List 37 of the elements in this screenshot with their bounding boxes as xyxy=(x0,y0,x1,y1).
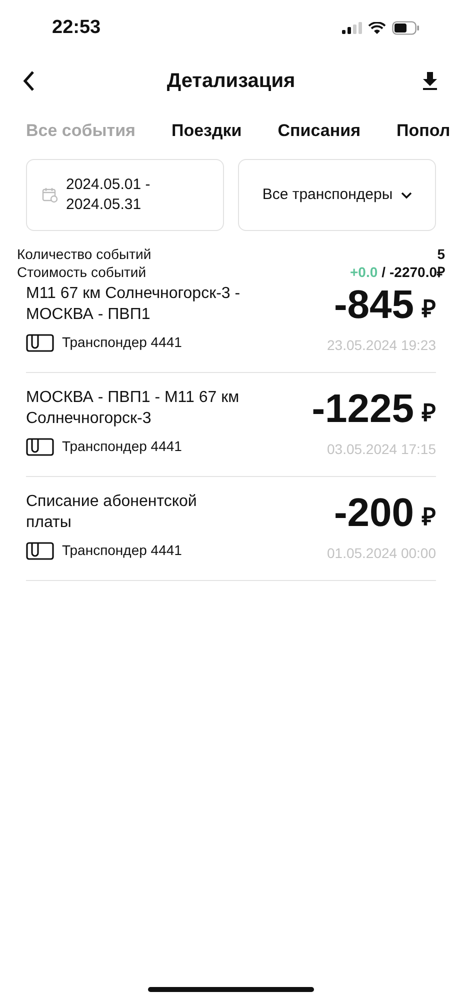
filter-tab[interactable]: Списания xyxy=(278,118,360,144)
event-count: 5 xyxy=(437,245,445,263)
transponder-icon xyxy=(26,542,54,560)
transponder-icon xyxy=(26,334,54,352)
total-separator: / xyxy=(382,263,386,281)
calendar-icon xyxy=(42,187,58,203)
transponder-icon xyxy=(26,438,54,456)
route-title: М11 67 км Солнечногорск-3 - МОСКВА - ПВП1 xyxy=(26,284,241,325)
filter-tab[interactable]: Поездки xyxy=(171,118,242,144)
route-title: Списание абонентской платы xyxy=(26,492,198,533)
event-datetime: 01.05.2024 00:00 xyxy=(327,544,436,563)
summary-label: Стоимость событий xyxy=(17,263,146,281)
event-datetime: 03.05.2024 17:15 xyxy=(327,440,436,459)
page-title: Детализация xyxy=(166,69,296,94)
wifi-icon xyxy=(368,22,386,34)
currency-sign: ₽ xyxy=(422,399,436,429)
event-datetime: 23.05.2024 19:23 xyxy=(327,336,436,355)
chevron-down-icon xyxy=(400,192,412,198)
transponder-dropdown[interactable]: Все транспондеры xyxy=(238,159,436,231)
transponder-label: Транспондер 4441 xyxy=(62,437,182,456)
download-button[interactable] xyxy=(420,69,440,93)
transponder-label: Транспондер 4441 xyxy=(62,333,182,352)
currency-sign: ₽ xyxy=(422,503,436,533)
expense-total: -2270.0₽ xyxy=(390,263,445,281)
signal-icon xyxy=(342,22,362,34)
summary-label: Количество событий xyxy=(17,245,152,263)
currency-sign: ₽ xyxy=(422,295,436,325)
event-amount: -200 xyxy=(334,491,414,535)
filter-tab[interactable]: Попол xyxy=(396,118,450,144)
date-range-field[interactable]: 2024.05.01 - 2024.05.31 xyxy=(26,159,224,231)
status-time: 22:53 xyxy=(52,16,101,40)
battery-icon xyxy=(392,21,420,35)
transponder-label: Транспондер 4441 xyxy=(62,541,182,560)
income-total: +0.0 xyxy=(350,263,378,281)
event-amount: -1225 xyxy=(312,387,414,431)
event-amount: -845 xyxy=(334,283,414,327)
route-title: МОСКВА - ПВП1 - М11 67 км Солнечногорск-3 xyxy=(26,388,240,429)
